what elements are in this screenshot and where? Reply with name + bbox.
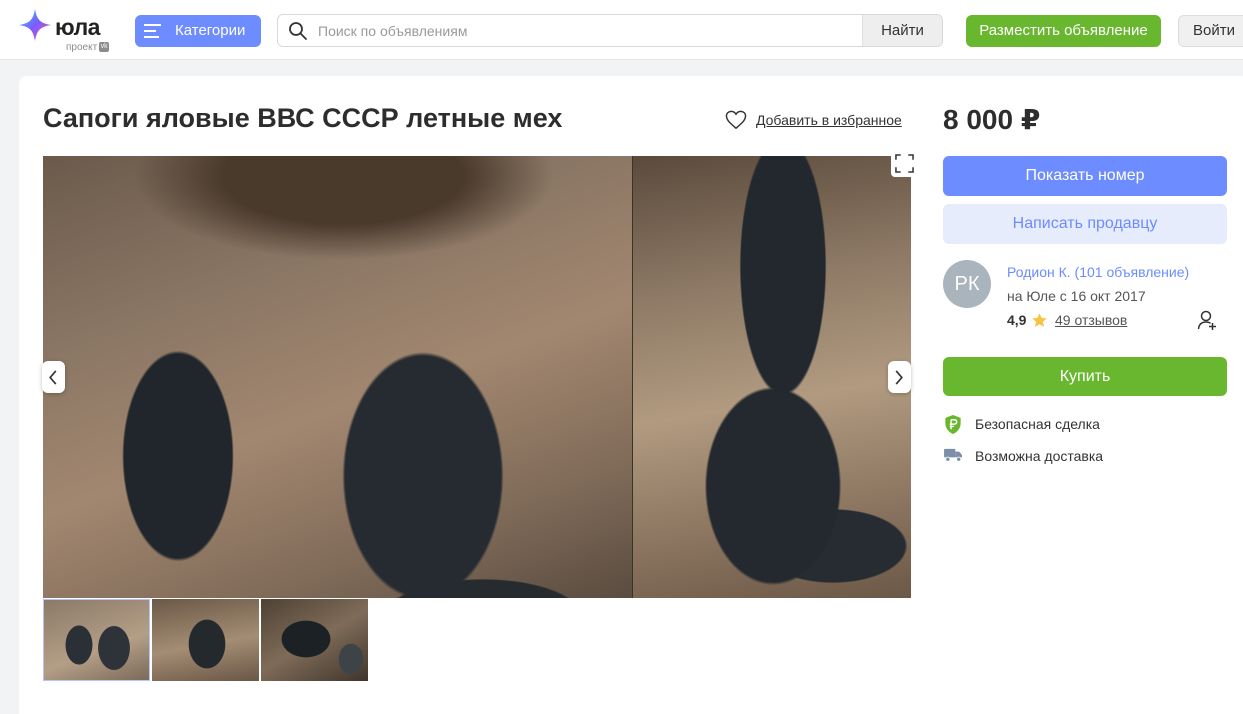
message-seller-button[interactable]: Написать продавцу bbox=[943, 204, 1227, 244]
search-input[interactable] bbox=[318, 15, 858, 46]
logo[interactable]: юла проект vk bbox=[18, 8, 114, 54]
logo-text: юла bbox=[55, 14, 100, 40]
login-button[interactable]: Войти bbox=[1178, 15, 1243, 47]
star-icon bbox=[1032, 313, 1047, 327]
thumbnail-strip bbox=[43, 599, 373, 681]
gallery-next-button[interactable] bbox=[888, 361, 911, 393]
delivery-label: Возможна доставка bbox=[975, 448, 1104, 464]
seller-since: на Юле с 16 окт 2017 bbox=[1007, 288, 1146, 304]
seller-name-link[interactable]: Родион К. (101 объявление) bbox=[1007, 264, 1189, 280]
search-bar: Найти bbox=[277, 14, 943, 47]
post-ad-button[interactable]: Разместить объявление bbox=[966, 15, 1161, 47]
show-phone-button[interactable]: Показать номер bbox=[943, 156, 1227, 196]
thumbnail-3[interactable] bbox=[261, 599, 368, 681]
logo-subtitle: проект vk bbox=[66, 42, 110, 53]
subscribe-user-icon[interactable] bbox=[1197, 309, 1217, 331]
chevron-right-icon bbox=[895, 370, 903, 385]
seller-rating: 4,9 bbox=[1007, 312, 1027, 328]
shield-ruble-icon bbox=[945, 414, 961, 435]
listing-photo-2[interactable] bbox=[633, 156, 911, 598]
menu-icon bbox=[144, 24, 161, 38]
delivery-truck-icon bbox=[944, 448, 962, 462]
listing-price: 8 000 ₽ bbox=[943, 104, 1041, 135]
thumbnail-1[interactable] bbox=[43, 599, 150, 681]
categories-label: Категории bbox=[175, 22, 246, 39]
thumbnail-2[interactable] bbox=[152, 599, 259, 681]
chevron-left-icon bbox=[49, 370, 57, 385]
expand-icon bbox=[895, 154, 914, 173]
reviews-link[interactable]: 49 отзывов bbox=[1055, 312, 1127, 328]
fullscreen-button[interactable] bbox=[891, 150, 918, 177]
listing-title: Сапоги яловые ВВС СССР летные мех bbox=[43, 103, 563, 133]
heart-icon bbox=[725, 110, 747, 130]
safe-deal-label: Безопасная сделка bbox=[975, 416, 1100, 432]
seller-avatar[interactable]: РК bbox=[943, 260, 991, 308]
header: юла проектvk Категории Найти Разместить … bbox=[0, 0, 1243, 60]
categories-button[interactable]: Категории bbox=[135, 15, 261, 47]
buy-button[interactable]: Купить bbox=[943, 357, 1227, 396]
listing-photo-1[interactable] bbox=[43, 156, 632, 598]
gallery-prev-button[interactable] bbox=[42, 361, 65, 393]
search-submit-button[interactable]: Найти bbox=[862, 15, 942, 46]
favorites-label: Добавить в избранное bbox=[756, 112, 902, 128]
vk-badge-icon: vk bbox=[99, 42, 110, 53]
logo-star-icon bbox=[19, 9, 51, 41]
photo-gallery bbox=[43, 156, 911, 598]
search-icon bbox=[289, 22, 307, 40]
